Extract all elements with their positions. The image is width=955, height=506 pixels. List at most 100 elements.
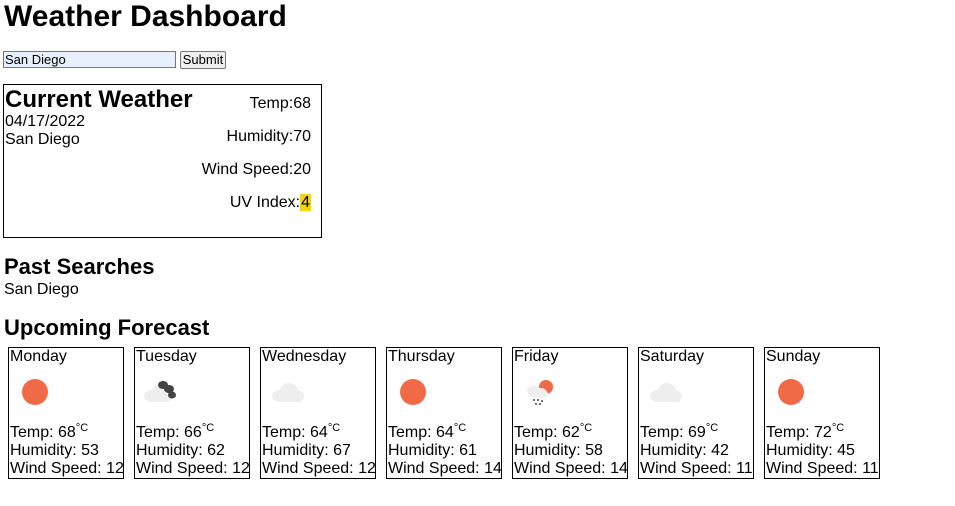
- current-wind-label: Wind Speed:: [201, 161, 294, 178]
- forecast-title: Upcoming Forecast: [4, 315, 210, 340]
- page-title: Weather Dashboard: [4, 0, 287, 33]
- forecast-wind: Wind Speed: 11: [766, 460, 879, 478]
- forecast-wind-value: 14: [610, 460, 628, 477]
- forecast-day-name: Wednesday: [262, 348, 347, 365]
- forecast-card: Tuesday Temp: 66°C Humidity: 62 Wind Speed:…: [134, 347, 250, 479]
- forecast-wind-label: Wind Speed:: [514, 460, 611, 477]
- current-wind-value: 20: [293, 161, 311, 178]
- current-temp-label: Temp:: [249, 95, 294, 112]
- past-searches-title: Past Searches: [4, 254, 155, 279]
- forecast-humidity: Humidity: 45: [766, 442, 855, 460]
- current-humidity-value: 70: [293, 128, 311, 145]
- forecast-day-name: Saturday: [640, 348, 705, 365]
- forecast-wind: Wind Speed: 14: [514, 460, 628, 478]
- forecast-day-name: Tuesday: [136, 348, 197, 365]
- submit-button[interactable]: Submit: [180, 51, 226, 69]
- forecast-wind-value: 11: [862, 460, 879, 477]
- current-date: 04/17/2022: [5, 113, 86, 130]
- forecast-temp-value: 62: [562, 424, 580, 441]
- forecast-wind-value: 14: [484, 460, 502, 477]
- forecast-day-name: Monday: [10, 348, 67, 365]
- forecast-temp-label: Temp:: [136, 424, 185, 441]
- temp-unit: °C: [831, 422, 845, 434]
- forecast-wind-value: 12: [106, 460, 124, 477]
- forecast-temp: Temp: 62°C: [514, 422, 593, 442]
- forecast-humidity-label: Humidity:: [136, 442, 208, 459]
- temp-unit: °C: [75, 422, 89, 434]
- forecast-card: Friday Temp: 62°C Humidity: 58 Wind Speed: …: [512, 347, 628, 479]
- forecast-humidity-value: 62: [207, 442, 225, 459]
- city-search-input[interactable]: [3, 51, 176, 68]
- sun-icon: [15, 374, 55, 408]
- cloud-icon: [645, 374, 685, 408]
- current-weather-title: Current Weather: [5, 86, 193, 113]
- forecast-temp-value: 72: [814, 424, 832, 441]
- forecast-wind: Wind Speed: 14: [388, 460, 502, 478]
- forecast-card: Saturday Temp: 69°C Humidity: 42 Wind Speed…: [638, 347, 754, 479]
- forecast-humidity-label: Humidity:: [514, 442, 586, 459]
- forecast-temp-value: 68: [58, 424, 76, 441]
- forecast-wind-value: 11: [736, 460, 753, 477]
- forecast-temp-value: 64: [310, 424, 328, 441]
- forecast-wind: Wind Speed: 11: [640, 460, 753, 478]
- forecast-humidity-value: 53: [81, 442, 99, 459]
- forecast-temp: Temp: 72°C: [766, 422, 845, 442]
- cloud-icon: [267, 374, 307, 408]
- current-uv-label: UV Index:: [229, 194, 301, 211]
- forecast-temp-value: 66: [184, 424, 202, 441]
- temp-unit: °C: [579, 422, 593, 434]
- forecast-day-name: Thursday: [388, 348, 455, 365]
- forecast-humidity: Humidity: 58: [514, 442, 603, 460]
- forecast-card: Thursday Temp: 64°C Humidity: 61 Wind Speed…: [386, 347, 502, 479]
- rain-sun-icon: [519, 374, 559, 408]
- sun-icon: [393, 374, 433, 408]
- forecast-day-name: Sunday: [766, 348, 821, 365]
- forecast-wind-label: Wind Speed:: [766, 460, 863, 477]
- current-temp: Temp:68: [250, 95, 311, 113]
- forecast-wind-label: Wind Speed:: [136, 460, 233, 477]
- forecast-humidity: Humidity: 42: [640, 442, 729, 460]
- temp-unit: °C: [453, 422, 467, 434]
- forecast-humidity: Humidity: 53: [10, 442, 99, 460]
- current-weather-card: Current Weather 04/17/2022 San Diego Tem…: [3, 84, 322, 238]
- forecast-humidity-label: Humidity:: [10, 442, 82, 459]
- forecast-humidity-label: Humidity:: [766, 442, 838, 459]
- forecast-humidity: Humidity: 62: [136, 442, 225, 460]
- forecast-day-name: Friday: [514, 348, 559, 365]
- forecast-humidity-label: Humidity:: [388, 442, 460, 459]
- forecast-temp-value: 69: [688, 424, 706, 441]
- temp-unit: °C: [201, 422, 215, 434]
- forecast-wind: Wind Speed: 12: [136, 460, 250, 478]
- forecast-temp: Temp: 64°C: [388, 422, 467, 442]
- forecast-temp: Temp: 66°C: [136, 422, 215, 442]
- forecast-humidity-label: Humidity:: [262, 442, 334, 459]
- forecast-wind: Wind Speed: 12: [262, 460, 376, 478]
- uv-index-badge: 4: [300, 194, 311, 211]
- forecast-humidity-value: 67: [333, 442, 351, 459]
- current-humidity-label: Humidity:: [226, 128, 294, 145]
- forecast-temp-label: Temp:: [10, 424, 59, 441]
- forecast-humidity: Humidity: 67: [262, 442, 351, 460]
- temp-unit: °C: [327, 422, 341, 434]
- forecast-temp-label: Temp:: [514, 424, 563, 441]
- forecast-temp-label: Temp:: [640, 424, 689, 441]
- forecast-temp-label: Temp:: [262, 424, 311, 441]
- forecast-temp: Temp: 64°C: [262, 422, 341, 442]
- forecast-wind-value: 12: [232, 460, 250, 477]
- current-humidity: Humidity:70: [227, 128, 311, 146]
- forecast-humidity: Humidity: 61: [388, 442, 477, 460]
- forecast-wind: Wind Speed: 12: [10, 460, 124, 478]
- forecast-wind-label: Wind Speed:: [640, 460, 737, 477]
- forecast-card: Monday Temp: 68°C Humidity: 53 Wind Speed: …: [8, 347, 124, 479]
- sun-icon: [771, 374, 811, 408]
- past-search-item[interactable]: San Diego: [4, 281, 79, 299]
- forecast-wind-label: Wind Speed:: [388, 460, 485, 477]
- current-city: San Diego: [5, 131, 80, 148]
- forecast-humidity-value: 45: [837, 442, 855, 459]
- forecast-temp-value: 64: [436, 424, 454, 441]
- forecast-humidity-value: 61: [459, 442, 477, 459]
- forecast-temp-label: Temp:: [388, 424, 437, 441]
- temp-unit: °C: [705, 422, 719, 434]
- forecast-temp-label: Temp:: [766, 424, 815, 441]
- forecast-wind-value: 12: [358, 460, 376, 477]
